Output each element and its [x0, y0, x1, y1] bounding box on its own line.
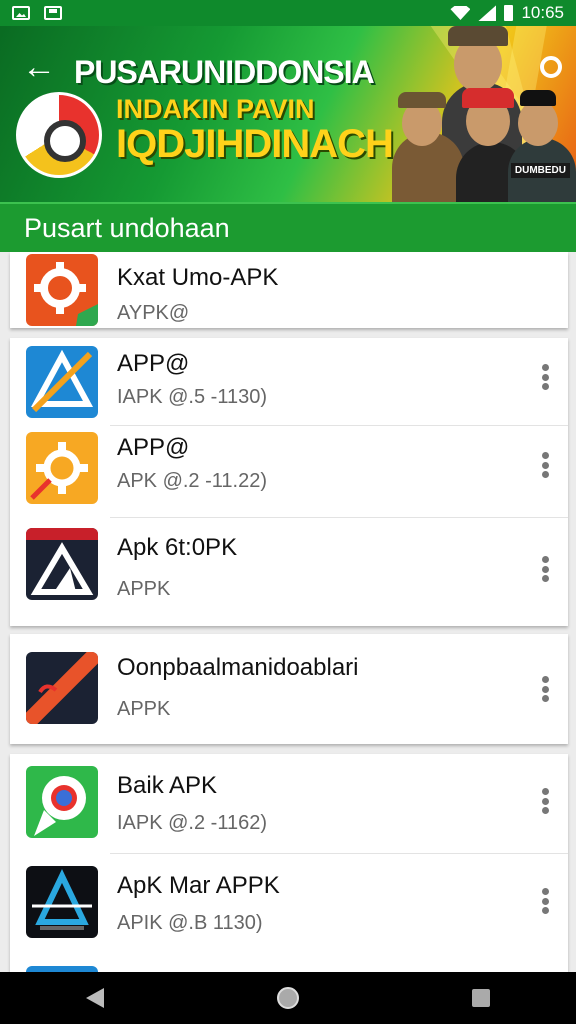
more-options-icon[interactable] — [540, 556, 550, 582]
more-options-icon[interactable] — [540, 364, 550, 390]
app-subtitle: AYPK@ — [117, 302, 190, 324]
more-options-icon[interactable] — [540, 676, 550, 702]
download-notification-icon — [44, 6, 62, 20]
red-stripe-icon — [26, 652, 98, 724]
list-item[interactable]: APP@ APK @.2 -11.22) — [10, 426, 568, 518]
list-item[interactable]: Baik APK IAPK @.2 -1162) — [10, 754, 568, 854]
banner-subtitle-1: INDAKIN PAVIN — [116, 94, 315, 124]
app-name: APP@ — [117, 350, 190, 377]
nav-recents-icon[interactable] — [471, 989, 490, 1007]
app-list: Kxat Umo-APK AYPK@ APP@ IAPK @.5 -1130) … — [0, 252, 576, 972]
list-item[interactable]: Oonpbaalmanidoablari APPK — [10, 634, 568, 744]
blue-a-logo-icon — [26, 866, 98, 938]
dark-a-logo-icon — [26, 528, 98, 600]
app-subtitle: APIK @.B 1130) — [117, 912, 263, 934]
nav-back-icon[interactable] — [86, 988, 105, 1008]
app-card: Kxat Umo-APK AYPK@ — [10, 252, 568, 328]
banner-subtitle-2: IQDJIHDINACH — [116, 122, 394, 166]
app-subtitle: APPK — [117, 698, 171, 720]
orange-gear-icon — [26, 254, 98, 326]
more-options-icon[interactable] — [540, 888, 550, 914]
yellow-gear-icon — [26, 432, 98, 504]
app-name: Apk 6t:0PK — [117, 534, 238, 561]
more-options-icon[interactable] — [540, 452, 550, 478]
app-name: APP@ — [117, 434, 190, 461]
list-item[interactable]: ApK Mar APPK APIK @.B 1130) — [10, 854, 568, 962]
search-icon[interactable] — [540, 56, 562, 78]
list-item[interactable]: Apk 6t:0PK APPK — [10, 518, 568, 626]
wifi-icon — [450, 6, 471, 20]
app-card: APP@ IAPK @.5 -1130) APP@ APK @.2 -11.22… — [10, 338, 568, 626]
signal-icon — [478, 5, 497, 21]
system-nav-bar — [0, 972, 576, 1024]
app-name: Kxat Umo-APK — [117, 264, 279, 291]
nav-home-icon[interactable] — [276, 987, 299, 1009]
app-card: Oonpbaalmanidoablari APPK — [10, 634, 568, 744]
section-header: Pusart undohaan — [0, 202, 576, 252]
app-subtitle: APPK — [117, 578, 171, 600]
app-logo — [16, 92, 102, 178]
blue-triangle-icon — [26, 346, 98, 418]
app-name: Baik APK — [117, 772, 218, 799]
header-banner: PUSARUNIDDONSIA INDAKIN PAVIN IQDJIHDINA… — [0, 26, 576, 202]
back-button[interactable]: ← — [22, 50, 56, 84]
list-item[interactable]: APP@ IAPK @.5 -1130) — [10, 338, 568, 426]
app-subtitle: IAPK @.5 -1130) — [117, 386, 267, 408]
app-name: Oonpbaalmanidoablari — [117, 654, 359, 681]
list-item[interactable] — [10, 962, 568, 972]
more-options-icon[interactable] — [540, 788, 550, 814]
banner-badge: DUMBEDU — [510, 163, 570, 178]
banner-title: PUSARUNIDDONSIA — [74, 54, 375, 90]
app-card: Baik APK IAPK @.2 -1162) ApK Mar APPK AP… — [10, 754, 568, 972]
gallery-notification-icon — [12, 6, 30, 20]
status-time: 10:65 — [521, 3, 564, 22]
app-subtitle: IAPK @.2 -1162) — [117, 812, 267, 834]
battery-icon — [504, 5, 514, 21]
green-chrome-icon — [26, 766, 98, 838]
status-bar: 10:65 — [0, 0, 576, 26]
app-subtitle: APK @.2 -11.22) — [117, 470, 267, 492]
list-item[interactable]: Kxat Umo-APK AYPK@ — [10, 252, 568, 328]
app-name: ApK Mar APPK — [117, 872, 280, 899]
